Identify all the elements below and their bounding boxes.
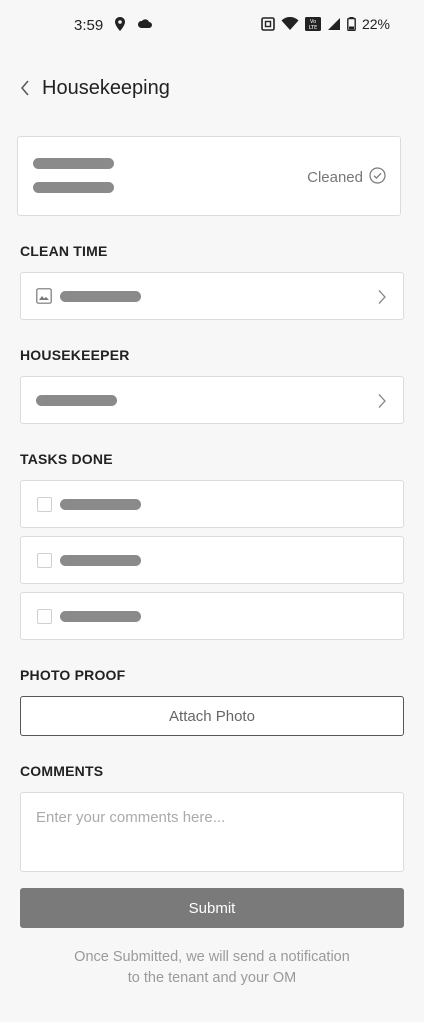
volte-icon: Vo LTE (304, 17, 321, 31)
battery-icon (347, 17, 356, 32)
comments-label: COMMENTS (20, 763, 104, 779)
page-title: Housekeeping (42, 76, 170, 99)
check-circle-icon (369, 167, 386, 188)
status-bar: 3:59 Vo LTE 22% (0, 0, 424, 52)
skeleton-line (60, 499, 141, 510)
footnote-line: to the tenant and your OM (127, 970, 297, 986)
battery-percent: 22% (361, 16, 390, 32)
comments-input[interactable] (20, 792, 404, 872)
back-chevron-icon[interactable] (20, 76, 40, 100)
room-summary-card: Cleaned (17, 136, 401, 216)
photo-proof-label: PHOTO PROOF (20, 667, 126, 683)
skeleton-line (60, 291, 141, 302)
submit-footnote: Once Submitted, we will send a notificat… (40, 947, 384, 989)
status-time: 3:59 (74, 17, 104, 34)
task-item[interactable] (20, 592, 404, 640)
submit-button[interactable]: Submit (20, 888, 404, 928)
housekeeper-select[interactable] (20, 376, 404, 424)
chevron-right-icon (377, 393, 389, 409)
skeleton-line (60, 555, 141, 566)
status-label: Cleaned (307, 169, 363, 186)
task-item[interactable] (20, 536, 404, 584)
nfc-icon (261, 17, 275, 31)
footnote-line: Once Submitted, we will send a notificat… (74, 949, 350, 965)
wifi-icon (281, 16, 299, 31)
attach-photo-button[interactable]: Attach Photo (20, 696, 404, 736)
task-checkbox[interactable] (37, 609, 52, 624)
skeleton-line (33, 158, 114, 169)
image-icon (36, 288, 52, 309)
skeleton-line (36, 395, 117, 406)
skeleton-line (33, 182, 114, 193)
housekeeper-label: HOUSEKEEPER (20, 347, 130, 363)
status-badge: Cleaned (307, 167, 386, 188)
clean-time-label: CLEAN TIME (20, 243, 108, 259)
page-header: Housekeeping (20, 72, 170, 104)
signal-icon (327, 17, 341, 31)
clean-time-picker[interactable] (20, 272, 404, 320)
cloud-icon (137, 17, 152, 31)
chevron-right-icon (377, 289, 389, 305)
skeleton-line (60, 611, 141, 622)
task-checkbox[interactable] (37, 553, 52, 568)
task-checkbox[interactable] (37, 497, 52, 512)
tasks-done-label: TASKS DONE (20, 451, 113, 467)
svg-text:LTE: LTE (309, 25, 318, 31)
task-item[interactable] (20, 480, 404, 528)
location-icon (114, 17, 128, 31)
